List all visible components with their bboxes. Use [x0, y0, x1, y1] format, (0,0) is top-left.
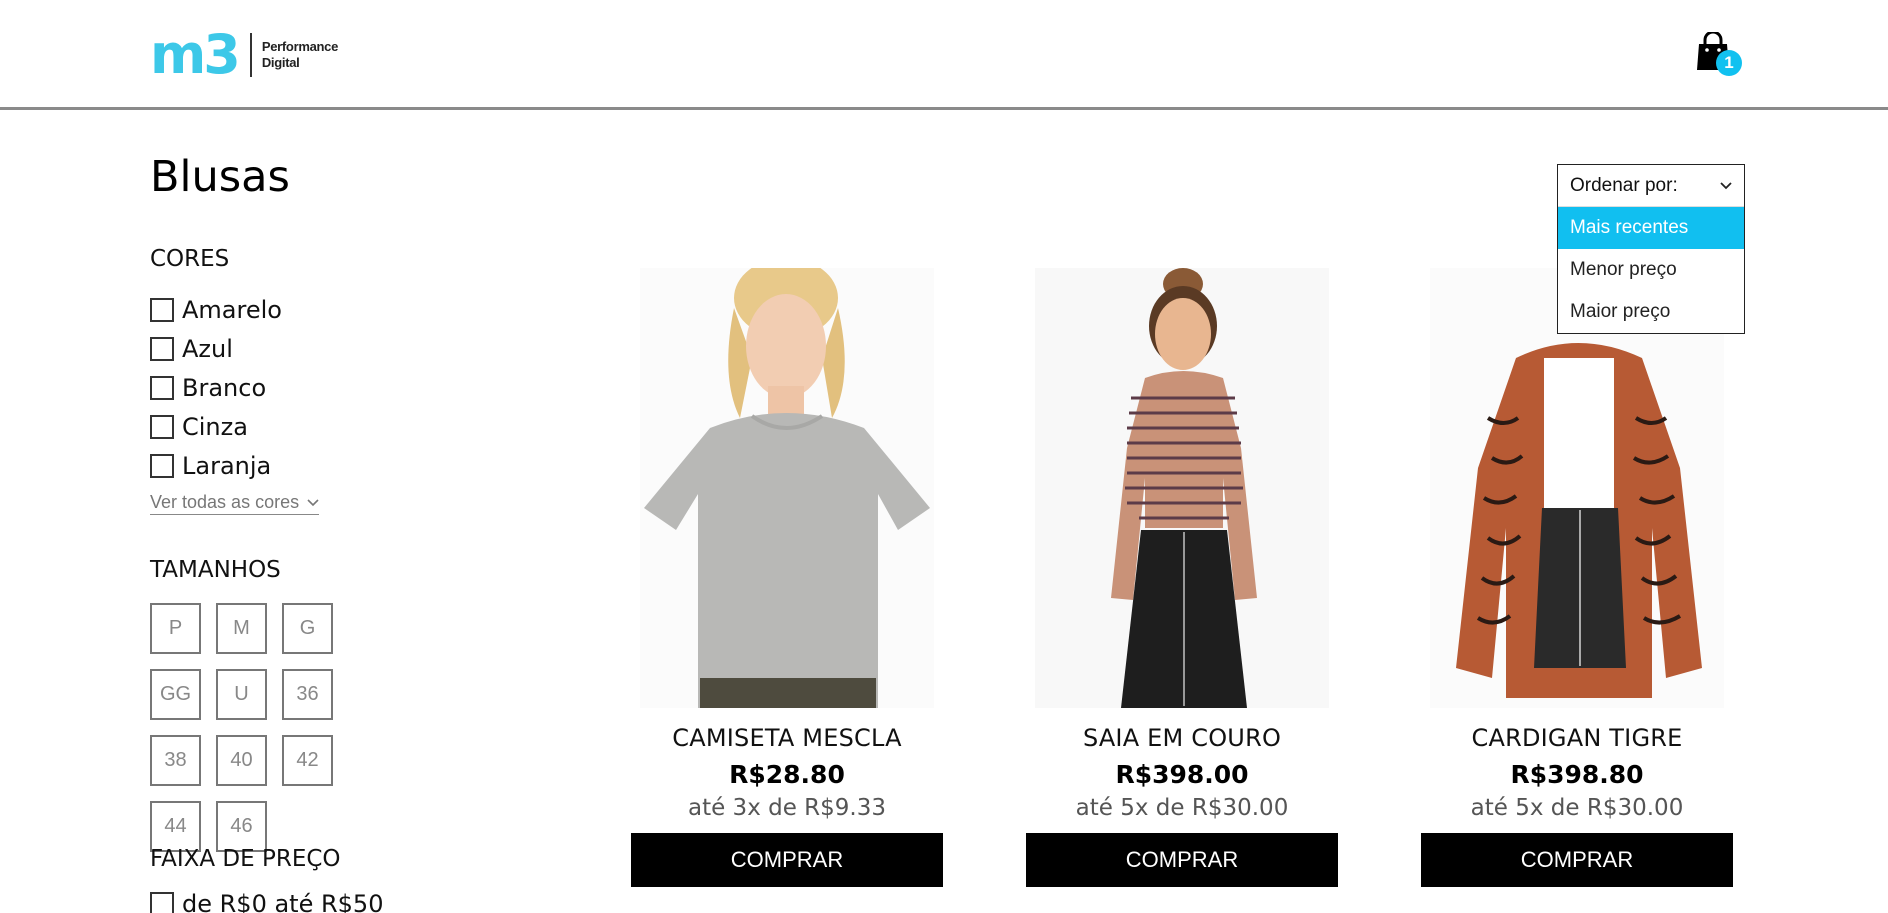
checkbox[interactable]: [150, 892, 174, 913]
size-option[interactable]: 38: [150, 735, 201, 786]
size-filter-grid: P M G GG U 36 38 40 42 44 46: [150, 603, 410, 867]
logo-text-line2: Digital: [261, 55, 300, 70]
product-installments: até 5x de R$30.00: [1470, 795, 1684, 821]
product-photo-gray-tshirt: [640, 268, 934, 708]
sort-option-most-recent[interactable]: Mais recentes: [1558, 207, 1744, 249]
product-installments: até 5x de R$30.00: [1075, 795, 1289, 821]
product-price: R$398.00: [1115, 760, 1249, 789]
price-filter-title: FAIXA DE PREÇO: [150, 846, 341, 872]
color-option-amarelo[interactable]: Amarelo: [150, 290, 282, 329]
sort-select[interactable]: Ordenar por:: [1558, 165, 1744, 207]
product-card: CAMISETA MESCLA R$28.80 até 3x de R$9.33…: [631, 268, 943, 887]
colors-filter-title: CORES: [150, 246, 230, 272]
color-filter-list: Amarelo Azul Branco Cinza Laranja: [150, 290, 282, 485]
product-card: CARDIGAN TIGRE R$398.80 até 5x de R$30.0…: [1421, 268, 1733, 887]
product-price: R$28.80: [729, 760, 845, 789]
logo-mark: m3: [150, 23, 241, 86]
product-name[interactable]: CARDIGAN TIGRE: [1421, 724, 1733, 752]
buy-button[interactable]: COMPRAR: [1026, 833, 1338, 887]
see-all-colors-label: Ver todas as cores: [150, 492, 300, 512]
sort-dropdown[interactable]: Ordenar por: Mais recentes Menor preço M…: [1557, 164, 1745, 334]
product-image[interactable]: [1430, 268, 1724, 708]
page-title: Blusas: [150, 152, 290, 202]
sizes-filter-title: TAMANHOS: [150, 557, 281, 583]
buy-button[interactable]: COMPRAR: [631, 833, 943, 887]
size-option[interactable]: 46: [216, 801, 267, 852]
color-label: Azul: [182, 334, 233, 363]
sort-option-lowest-price[interactable]: Menor preço: [1558, 249, 1744, 291]
product-name[interactable]: SAIA EM COURO: [1026, 724, 1338, 752]
buy-button[interactable]: COMPRAR: [1421, 833, 1733, 887]
size-option[interactable]: 42: [282, 735, 333, 786]
product-price: R$398.80: [1510, 760, 1644, 789]
size-option[interactable]: G: [282, 603, 333, 654]
price-range-option[interactable]: de R$0 até R$50: [150, 890, 383, 913]
logo-text: Performance Digital: [262, 39, 338, 71]
color-option-branco[interactable]: Branco: [150, 368, 282, 407]
logo-separator: [249, 33, 252, 77]
color-label: Cinza: [182, 412, 248, 441]
sort-label: Ordenar por:: [1570, 174, 1678, 196]
size-option[interactable]: P: [150, 603, 201, 654]
product-installments: até 3x de R$9.33: [687, 795, 886, 821]
product-photo-tiger-cardigan: [1430, 268, 1724, 708]
color-label: Laranja: [182, 451, 272, 480]
size-option[interactable]: 44: [150, 801, 201, 852]
color-label: Amarelo: [182, 295, 282, 324]
cart-button[interactable]: 1: [1696, 32, 1746, 82]
color-option-cinza[interactable]: Cinza: [150, 407, 282, 446]
color-option-azul[interactable]: Azul: [150, 329, 282, 368]
size-option[interactable]: 40: [216, 735, 267, 786]
checkbox[interactable]: [150, 297, 174, 322]
logo-text-line1: Performance: [261, 39, 339, 54]
chevron-down-icon: [307, 498, 319, 506]
chevron-down-icon: [1720, 181, 1732, 189]
product-image[interactable]: [1035, 268, 1329, 708]
size-option[interactable]: GG: [150, 669, 201, 720]
size-option[interactable]: U: [216, 669, 267, 720]
checkbox[interactable]: [150, 375, 174, 400]
see-all-colors-link[interactable]: Ver todas as cores: [150, 492, 320, 515]
checkbox[interactable]: [150, 453, 174, 478]
product-photo-leather-skirt: [1035, 268, 1329, 708]
logo[interactable]: m3 Performance Digital: [150, 28, 338, 82]
site-header: m3 Performance Digital 1: [0, 0, 1888, 110]
size-option[interactable]: 36: [282, 669, 333, 720]
sort-option-highest-price[interactable]: Maior preço: [1558, 291, 1744, 333]
product-card: SAIA EM COURO R$398.00 até 5x de R$30.00…: [1026, 268, 1338, 887]
checkbox[interactable]: [150, 414, 174, 439]
product-name[interactable]: CAMISETA MESCLA: [631, 724, 943, 752]
color-option-laranja[interactable]: Laranja: [150, 446, 282, 485]
product-image[interactable]: [640, 268, 934, 708]
cart-count-badge: 1: [1716, 50, 1742, 76]
color-label: Branco: [182, 373, 267, 402]
checkbox[interactable]: [150, 336, 174, 361]
price-range-label: de R$0 até R$50: [182, 890, 384, 913]
size-option[interactable]: M: [216, 603, 267, 654]
